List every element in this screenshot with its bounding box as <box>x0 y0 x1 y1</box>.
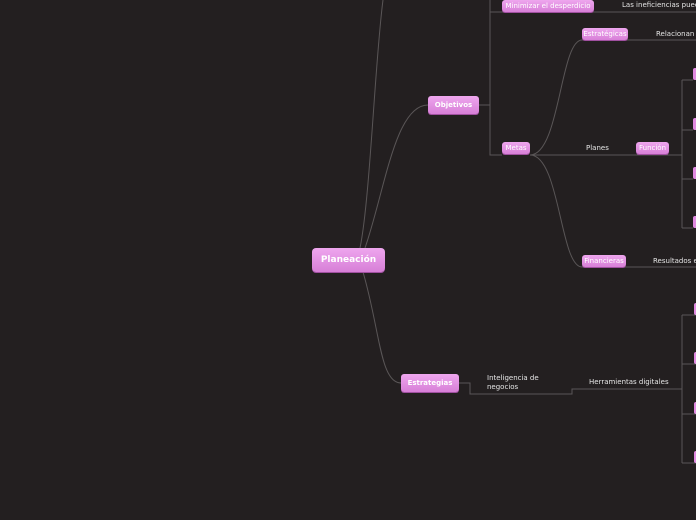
estrategicas-note: Relacionan <box>656 30 695 38</box>
estrategias-node[interactable]: Estrategias <box>401 374 459 392</box>
inteligencia-node[interactable]: Inteligencia de negocios <box>487 374 547 392</box>
minimizar-note: Las ineficiencias pueden <box>622 1 696 9</box>
funcion-node[interactable]: Función <box>636 142 669 154</box>
root-node[interactable]: Planeación <box>312 248 385 272</box>
objetivos-node[interactable]: Objetivos <box>428 96 479 114</box>
metas-node[interactable]: Metas <box>502 142 530 154</box>
minimizar-node[interactable]: Minimizar el desperdicio <box>502 0 594 12</box>
financieras-note: Resultados e <box>653 257 696 265</box>
estrategicas-node[interactable]: Estratégicas <box>582 28 628 40</box>
planes-label: Planes <box>586 144 609 152</box>
financieras-node[interactable]: Financieras <box>582 255 626 267</box>
herramientas-node[interactable]: Herramientas digitales <box>589 378 669 387</box>
